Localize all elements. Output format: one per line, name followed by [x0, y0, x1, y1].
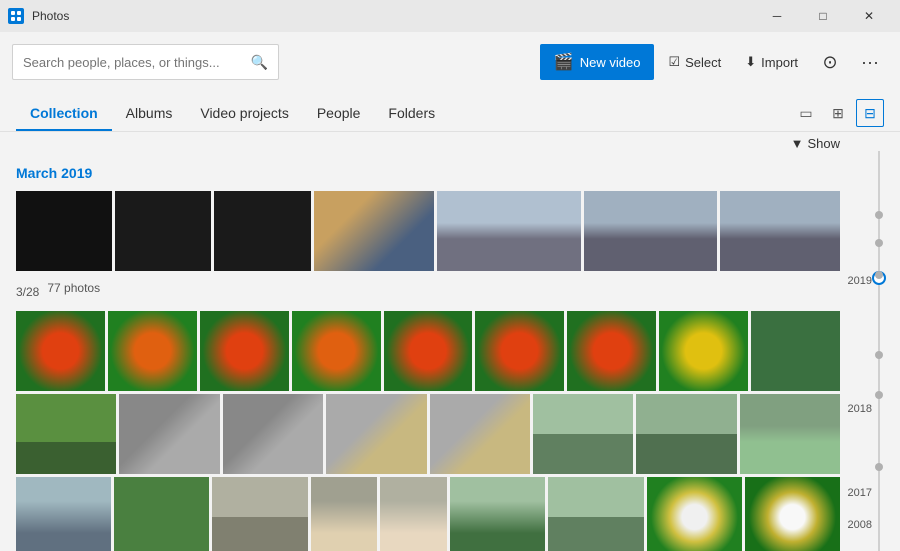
app-icon: [8, 8, 24, 24]
search-box[interactable]: 🔍: [12, 44, 279, 80]
photo-thumb[interactable]: [108, 311, 197, 391]
photo-thumb[interactable]: [430, 394, 530, 474]
timeline: 2019 2018 2017 2008: [845, 151, 900, 551]
select-icon: ☑: [668, 54, 680, 70]
photo-thumb[interactable]: [114, 477, 209, 551]
date-label: 3/28: [16, 285, 39, 299]
timeline-dot: [875, 271, 883, 279]
photo-thumb[interactable]: [475, 311, 564, 391]
photo-thumb[interactable]: [223, 394, 323, 474]
photo-thumb[interactable]: [314, 191, 434, 271]
photo-row-top: [16, 191, 840, 271]
photo-thumb[interactable]: [311, 477, 378, 551]
tab-people[interactable]: People: [303, 97, 375, 131]
timeline-dot: [875, 351, 883, 359]
show-chevron-icon: ▼: [791, 136, 804, 151]
photo-count: 77 photos: [47, 281, 100, 295]
titlebar-left: Photos: [8, 8, 69, 24]
view-single-button[interactable]: ▭: [792, 99, 820, 127]
view-controls: ▭ ⊞ ⊟: [792, 99, 884, 131]
account-button[interactable]: ⊙: [812, 44, 848, 80]
photo-thumb[interactable]: [119, 394, 219, 474]
close-button[interactable]: ✕: [846, 0, 892, 32]
photo-thumb[interactable]: [200, 311, 289, 391]
new-video-button[interactable]: 🎬 New video: [540, 44, 655, 80]
section-march-2019: March 2019: [16, 165, 840, 181]
photo-thumb[interactable]: [16, 311, 105, 391]
photo-thumb[interactable]: [214, 191, 310, 271]
tab-video-projects[interactable]: Video projects: [186, 97, 302, 131]
photo-thumb[interactable]: [720, 191, 840, 271]
import-button[interactable]: ⬇ Import: [735, 44, 808, 80]
timeline-year-2019[interactable]: 2019: [848, 275, 872, 287]
photo-thumb[interactable]: [740, 394, 840, 474]
search-input[interactable]: [23, 55, 244, 70]
titlebar: Photos ─ □ ✕: [0, 0, 900, 32]
maximize-button[interactable]: □: [800, 0, 846, 32]
more-button[interactable]: ···: [852, 44, 888, 80]
show-area[interactable]: ▼ Show: [0, 132, 900, 151]
tab-folders[interactable]: Folders: [374, 97, 449, 131]
photo-thumb[interactable]: [115, 191, 211, 271]
photo-thumb[interactable]: [16, 477, 111, 551]
video-plus-icon: 🎬: [554, 52, 574, 72]
photo-thumb[interactable]: [751, 311, 840, 391]
nav-tabs-left: Collection Albums Video projects People …: [16, 97, 449, 131]
minimize-button[interactable]: ─: [754, 0, 800, 32]
photo-row-misc: [16, 477, 840, 551]
photo-row-flowers: [16, 311, 840, 391]
photo-thumb[interactable]: [567, 311, 656, 391]
timeline-dot: [875, 211, 883, 219]
timeline-dot: [875, 463, 883, 471]
photo-thumb[interactable]: [659, 311, 748, 391]
timeline-year-2017[interactable]: 2017: [848, 487, 872, 499]
photo-thumb[interactable]: [16, 191, 112, 271]
photo-thumb[interactable]: [326, 394, 426, 474]
show-label[interactable]: Show: [807, 136, 840, 151]
tab-albums[interactable]: Albums: [112, 97, 187, 131]
timeline-dot: [875, 239, 883, 247]
select-button[interactable]: ☑ Select: [658, 44, 731, 80]
toolbar-right: 🎬 New video ☑ Select ⬇ Import ⊙ ···: [540, 44, 888, 80]
photo-thumb[interactable]: [636, 394, 736, 474]
photo-thumb[interactable]: [292, 311, 381, 391]
photo-thumb[interactable]: [212, 477, 307, 551]
photo-row-arrows: [16, 394, 840, 474]
photo-thumb[interactable]: [548, 477, 643, 551]
window-controls: ─ □ ✕: [754, 0, 892, 32]
photo-thumb[interactable]: [384, 311, 473, 391]
photo-thumb[interactable]: [584, 191, 716, 271]
tab-collection[interactable]: Collection: [16, 97, 112, 131]
app-title: Photos: [32, 9, 69, 23]
new-video-label: New video: [580, 55, 641, 70]
view-compact-button[interactable]: ⊟: [856, 99, 884, 127]
photo-thumb[interactable]: [647, 477, 742, 551]
nav-tabs: Collection Albums Video projects People …: [0, 92, 900, 132]
search-icon[interactable]: 🔍: [250, 54, 267, 71]
photo-thumb[interactable]: [450, 477, 545, 551]
import-label: Import: [761, 55, 798, 70]
view-grid-button[interactable]: ⊞: [824, 99, 852, 127]
timeline-dot: [875, 391, 883, 399]
timeline-year-2008[interactable]: 2008: [848, 519, 872, 531]
select-label: Select: [685, 55, 721, 70]
photo-thumb[interactable]: [380, 477, 447, 551]
photo-thumb[interactable]: [437, 191, 581, 271]
photo-thumb[interactable]: [745, 477, 840, 551]
photo-thumb[interactable]: [16, 394, 116, 474]
main-content: March 2019 3/28 77 photos: [0, 151, 900, 551]
import-icon: ⬇: [745, 54, 756, 70]
timeline-year-2018[interactable]: 2018: [848, 403, 872, 415]
toolbar: 🔍 🎬 New video ☑ Select ⬇ Import ⊙ ···: [0, 32, 900, 92]
photo-thumb[interactable]: [533, 394, 633, 474]
